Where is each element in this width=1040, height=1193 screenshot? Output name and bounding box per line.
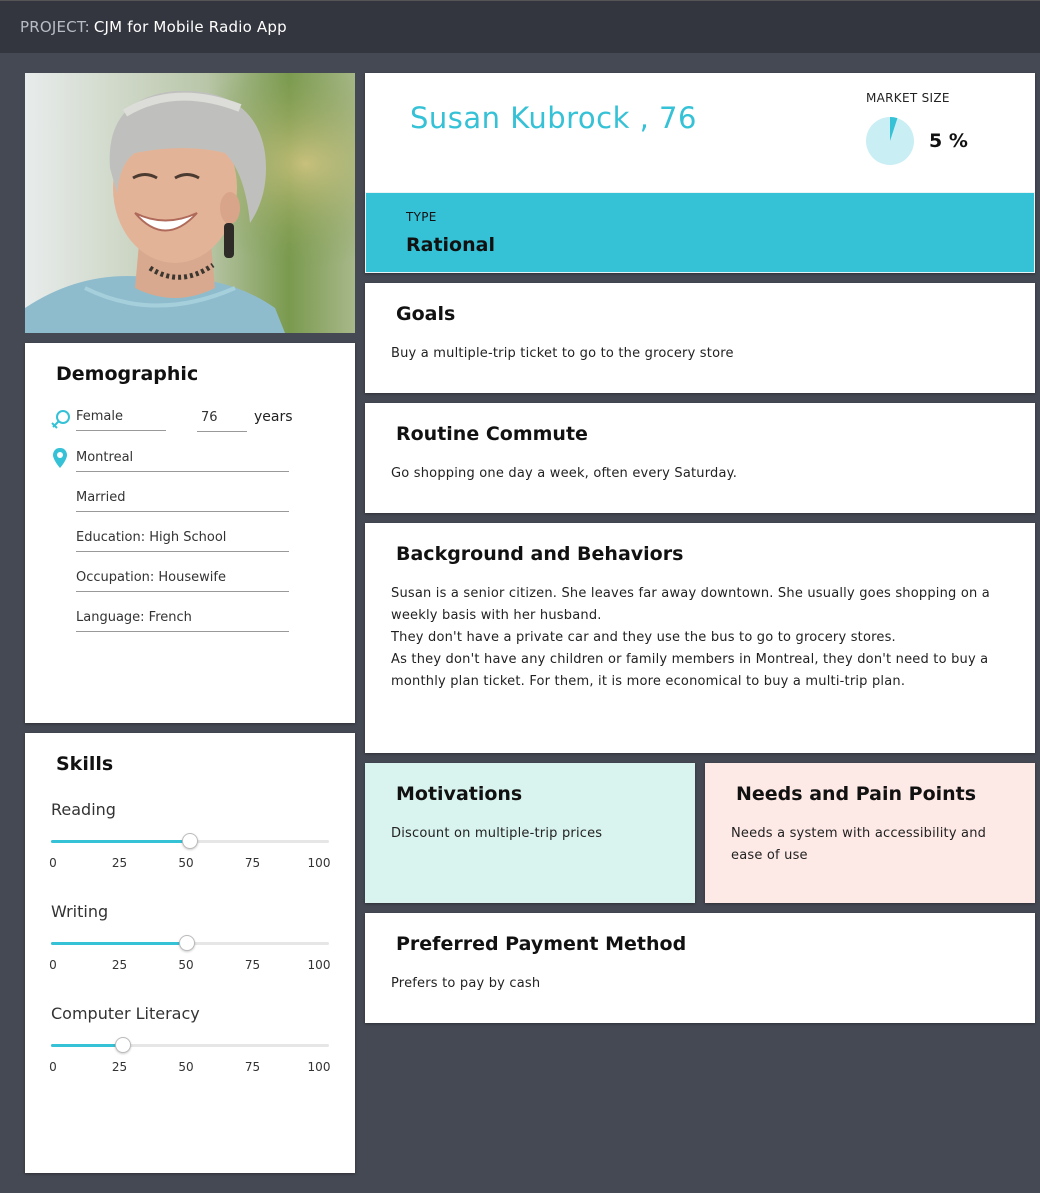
market-size-pie [866, 117, 914, 165]
gender-icon [50, 408, 72, 434]
skills-title: Skills [56, 753, 114, 775]
background-paragraph: As they don't have any children or famil… [391, 652, 989, 689]
language-field[interactable]: Language: French [76, 610, 289, 632]
market-size-label: MARKET SIZE [866, 91, 950, 105]
demographic-card: Demographic Female 76 years Montreal Mar… [25, 343, 355, 723]
skill-tick-label: 100 [307, 856, 331, 870]
skill-label: Computer Literacy [51, 1004, 200, 1023]
routine-commute-title: Routine Commute [396, 423, 588, 445]
type-band: TYPE Rational [365, 192, 1035, 273]
skill-tick-label: 100 [307, 1060, 331, 1074]
skill-slider-fill [51, 942, 188, 945]
skill-slider-thumb[interactable] [115, 1037, 132, 1053]
skill-slider[interactable] [51, 1037, 329, 1053]
skill-label: Writing [51, 902, 109, 921]
skill-tick-label: 75 [244, 958, 261, 972]
skill-slider-fill [51, 1044, 124, 1047]
persona-header-card: Susan Kubrock , 76 MARKET SIZE 5 % TYPE … [365, 73, 1035, 273]
skill-tick-label: 100 [307, 958, 331, 972]
project-name: CJM for Mobile Radio App [93, 18, 287, 36]
skill-slider-fill [51, 840, 190, 843]
skills-card: Skills Reading 0 25 50 75 100 Writing 0 25 50 75 10… [25, 733, 355, 1173]
motivations-title: Motivations [396, 783, 523, 805]
skill-tick-label: 25 [111, 856, 128, 870]
skill-slider[interactable] [51, 833, 329, 849]
demographic-title: Demographic [56, 363, 199, 385]
goals-text: Buy a multiple-trip ticket to go to the … [391, 346, 734, 361]
background-paragraph: Susan is a senior citizen. She leaves fa… [391, 586, 990, 623]
age-unit-label: years [254, 409, 293, 425]
gender-field[interactable]: Female [76, 409, 166, 431]
age-field[interactable]: 76 [197, 410, 247, 432]
skill-tick-label: 50 [178, 1060, 194, 1074]
skill-tick-label: 0 [49, 856, 57, 870]
skill-tick-label: 75 [244, 856, 261, 870]
routine-commute-card: Routine Commute Go shopping one day a we… [365, 403, 1035, 513]
skill-tick-label: 25 [111, 1060, 128, 1074]
routine-commute-text: Go shopping one day a week, often every … [391, 466, 738, 481]
persona-photo [25, 73, 355, 333]
skill-tick-label: 25 [111, 958, 128, 972]
project-label: PROJECT: [20, 18, 90, 36]
market-size-value: 5 % [929, 130, 968, 152]
needs-text: Needs a system with accessibility and ea… [731, 826, 987, 863]
background-text: Susan is a senior citizen. She leaves fa… [391, 583, 995, 693]
background-card: Background and Behaviors Susan is a seni… [365, 523, 1035, 753]
skill-tick-label: 0 [49, 1060, 57, 1074]
marital-status-field[interactable]: Married [76, 490, 289, 512]
needs-card: Needs and Pain Points Needs a system wit… [705, 763, 1035, 903]
skill-slider-thumb[interactable] [179, 935, 196, 951]
skill-tick-label: 50 [178, 958, 194, 972]
payment-card: Preferred Payment Method Prefers to pay … [365, 913, 1035, 1023]
project-header: PROJECT: CJM for Mobile Radio App [0, 0, 1040, 53]
motivations-text: Discount on multiple-trip prices [391, 826, 603, 841]
payment-text: Prefers to pay by cash [391, 976, 541, 991]
skill-tick-label: 75 [244, 1060, 261, 1074]
needs-title: Needs and Pain Points [736, 783, 977, 805]
education-field[interactable]: Education: High School [76, 530, 289, 552]
occupation-field[interactable]: Occupation: Housewife [76, 570, 289, 592]
skill-tick-label: 0 [49, 958, 57, 972]
location-pin-icon [52, 447, 68, 473]
skill-tick-label: 50 [178, 856, 194, 870]
type-value: Rational [406, 234, 495, 256]
background-paragraph: They don't have a private car and they u… [391, 630, 896, 645]
payment-title: Preferred Payment Method [396, 933, 687, 955]
goals-card: Goals Buy a multiple-trip ticket to go t… [365, 283, 1035, 393]
background-title: Background and Behaviors [396, 543, 684, 565]
persona-name: Susan Kubrock , 76 [410, 101, 697, 135]
skill-slider[interactable] [51, 935, 329, 951]
skill-slider-thumb[interactable] [182, 833, 198, 849]
motivations-card: Motivations Discount on multiple-trip pr… [365, 763, 695, 903]
skill-label: Reading [51, 800, 116, 819]
type-label: TYPE [406, 210, 437, 224]
city-field[interactable]: Montreal [76, 450, 289, 472]
goals-title: Goals [396, 303, 456, 325]
